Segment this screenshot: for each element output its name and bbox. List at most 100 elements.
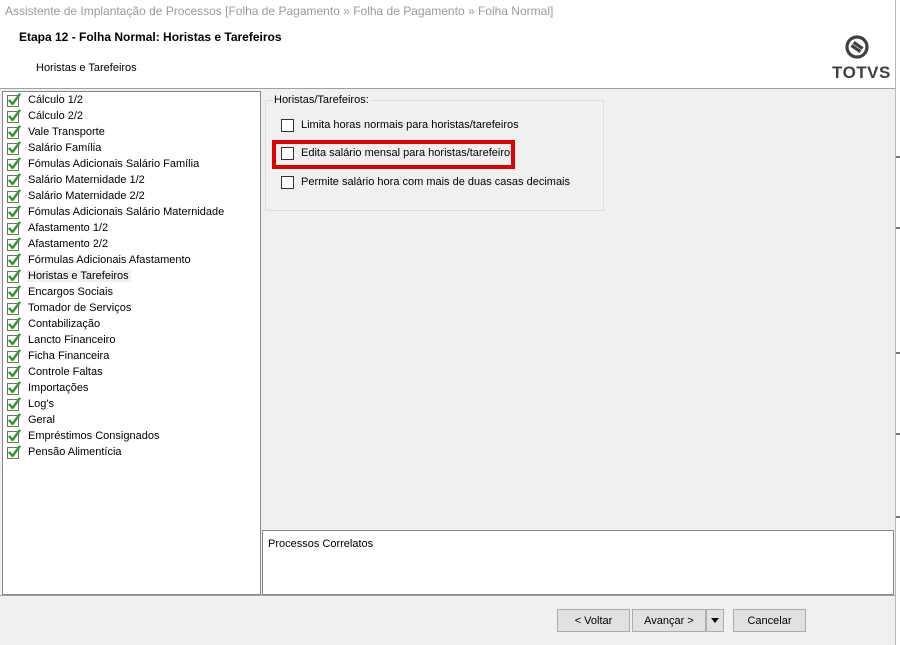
step-tree-item[interactable]: Horistas e Tarefeiros — [7, 268, 131, 284]
green-check-icon — [7, 269, 21, 283]
background-window-mark — [896, 352, 900, 354]
step-tree-item[interactable]: Salário Família — [7, 140, 103, 156]
step-tree-item-label: Horistas e Tarefeiros — [27, 270, 131, 282]
background-window-mark — [896, 227, 900, 229]
step-tree-item-label: Fórmulas Adicionais Afastamento — [28, 254, 191, 266]
background-window-mark — [896, 516, 900, 518]
chevron-down-icon — [711, 618, 719, 623]
step-tree-item-label: Lancto Financeiro — [28, 334, 116, 346]
green-check-icon — [7, 237, 21, 251]
wizard-window: Etapa 12 - Folha Normal: Horistas e Tare… — [0, 23, 895, 645]
step-tree-item-label: Fómulas Adicionais Salário Família — [28, 158, 200, 170]
option-label: Permite salário hora com mais de duas ca… — [301, 176, 571, 188]
step-tree-item-label: Afastamento 2/2 — [28, 238, 109, 250]
step-subtitle: Horistas e Tarefeiros — [36, 62, 137, 74]
green-check-icon — [7, 333, 21, 347]
green-check-icon — [7, 365, 21, 379]
green-check-icon — [7, 445, 21, 459]
options-group-title: Horistas/Tarefeiros: — [273, 94, 370, 106]
step-tree-item[interactable]: Encargos Sociais — [7, 284, 115, 300]
green-check-icon — [7, 397, 21, 411]
green-check-icon — [7, 189, 21, 203]
step-tree-item-label: Geral — [28, 414, 55, 426]
step-tree-item-label: Pensão Alimentícia — [28, 446, 122, 458]
step-tree-item[interactable]: Fórmulas Adicionais Afastamento — [7, 252, 193, 268]
step-tree-item[interactable]: Afastamento 2/2 — [7, 236, 110, 252]
green-check-icon — [7, 317, 21, 331]
step-tree-item-label: Afastamento 1/2 — [28, 222, 109, 234]
green-check-icon — [7, 157, 21, 171]
step-tree-item-label: Empréstimos Consignados — [28, 430, 160, 442]
back-button[interactable]: < Voltar — [557, 609, 630, 632]
step-tree-item[interactable]: Empréstimos Consignados — [7, 428, 161, 444]
cancel-button[interactable]: Cancelar — [733, 609, 806, 632]
step-tree-item-label: Salário Maternidade 1/2 — [28, 174, 145, 186]
step-tree-item[interactable]: Log's — [7, 396, 56, 412]
step-tree-item[interactable]: Controle Faltas — [7, 364, 105, 380]
step-tree-item-label: Log's — [28, 398, 54, 410]
step-tree-item[interactable]: Importações — [7, 380, 91, 396]
step-tree-item[interactable]: Lancto Financeiro — [7, 332, 117, 348]
green-check-icon — [7, 173, 21, 187]
totvs-logo: TOTVS — [826, 33, 890, 85]
footer-divider — [0, 595, 895, 596]
step-title: Etapa 12 - Folha Normal: Horistas e Tare… — [19, 30, 282, 44]
step-tree-item[interactable]: Vale Transporte — [7, 124, 107, 140]
step-tree-item-label: Cálculo 2/2 — [28, 110, 84, 122]
step-tree-item[interactable]: Contabilização — [7, 316, 102, 332]
step-tree[interactable]: Cálculo 1/2 Cálculo 2/2 Vale Transporte Sal… — [2, 91, 261, 595]
step-tree-item[interactable]: Pensão Alimentícia — [7, 444, 124, 460]
step-tree-item-label: Cálculo 1/2 — [28, 94, 84, 106]
green-check-icon — [7, 413, 21, 427]
step-tree-item-label: Ficha Financeira — [28, 350, 110, 362]
green-check-icon — [7, 253, 21, 267]
step-tree-item-label: Importações — [28, 382, 89, 394]
totvs-logo-text: TOTVS — [832, 63, 891, 82]
checkbox[interactable] — [281, 118, 294, 132]
step-tree-item[interactable]: Geral — [7, 412, 57, 428]
green-check-icon — [7, 349, 21, 363]
green-check-icon — [7, 285, 21, 299]
step-tree-item-label: Contabilização — [28, 318, 101, 330]
option-permite-salario-hora[interactable]: Permite salário hora com mais de duas ca… — [281, 175, 570, 189]
green-check-icon — [7, 221, 21, 235]
step-tree-item[interactable]: Cálculo 2/2 — [7, 108, 85, 124]
green-check-icon — [7, 301, 21, 315]
window-title: Assistente de Implantação de Processos [… — [0, 0, 895, 23]
totvs-logo-icon — [845, 35, 869, 59]
checkbox[interactable] — [281, 175, 294, 189]
green-check-icon — [7, 205, 21, 219]
step-tree-item-label: Encargos Sociais — [28, 286, 113, 298]
background-window-edge — [895, 0, 900, 645]
step-tree-item-label: Salário Família — [28, 142, 102, 154]
related-processes-title: Processos Correlatos — [268, 538, 374, 550]
background-window-mark — [896, 156, 900, 158]
green-check-icon — [7, 141, 21, 155]
step-tree-item[interactable]: Cálculo 1/2 — [7, 92, 85, 108]
step-tree-item[interactable]: Tomador de Serviços — [7, 300, 133, 316]
step-tree-item-label: Vale Transporte — [28, 126, 105, 138]
next-button[interactable]: Avançar > — [632, 609, 706, 632]
option-limita-horas[interactable]: Limita horas normais para horistas/taref… — [281, 118, 519, 132]
green-check-icon — [7, 125, 21, 139]
highlight-box — [272, 140, 515, 169]
background-window-mark — [896, 433, 900, 435]
green-check-icon — [7, 93, 21, 107]
step-tree-item[interactable]: Fómulas Adicionais Salário Família — [7, 156, 201, 172]
step-tree-item-label: Controle Faltas — [28, 366, 103, 378]
step-tree-item[interactable]: Salário Maternidade 2/2 — [7, 188, 147, 204]
green-check-icon — [7, 109, 21, 123]
step-tree-item[interactable]: Fómulas Adicionais Salário Maternidade — [7, 204, 226, 220]
step-tree-item-label: Tomador de Serviços — [28, 302, 132, 314]
wizard-header: Etapa 12 - Folha Normal: Horistas e Tare… — [0, 23, 895, 89]
step-tree-item-label: Salário Maternidade 2/2 — [28, 190, 145, 202]
step-tree-item[interactable]: Afastamento 1/2 — [7, 220, 110, 236]
option-label: Limita horas normais para horistas/taref… — [301, 119, 519, 131]
green-check-icon — [7, 381, 21, 395]
green-check-icon — [7, 429, 21, 443]
next-dropdown-button[interactable] — [706, 609, 724, 632]
related-processes-panel: Processos Correlatos — [262, 530, 894, 595]
step-tree-item-label: Fómulas Adicionais Salário Maternidade — [28, 206, 225, 218]
step-tree-item[interactable]: Ficha Financeira — [7, 348, 111, 364]
step-tree-item[interactable]: Salário Maternidade 1/2 — [7, 172, 147, 188]
